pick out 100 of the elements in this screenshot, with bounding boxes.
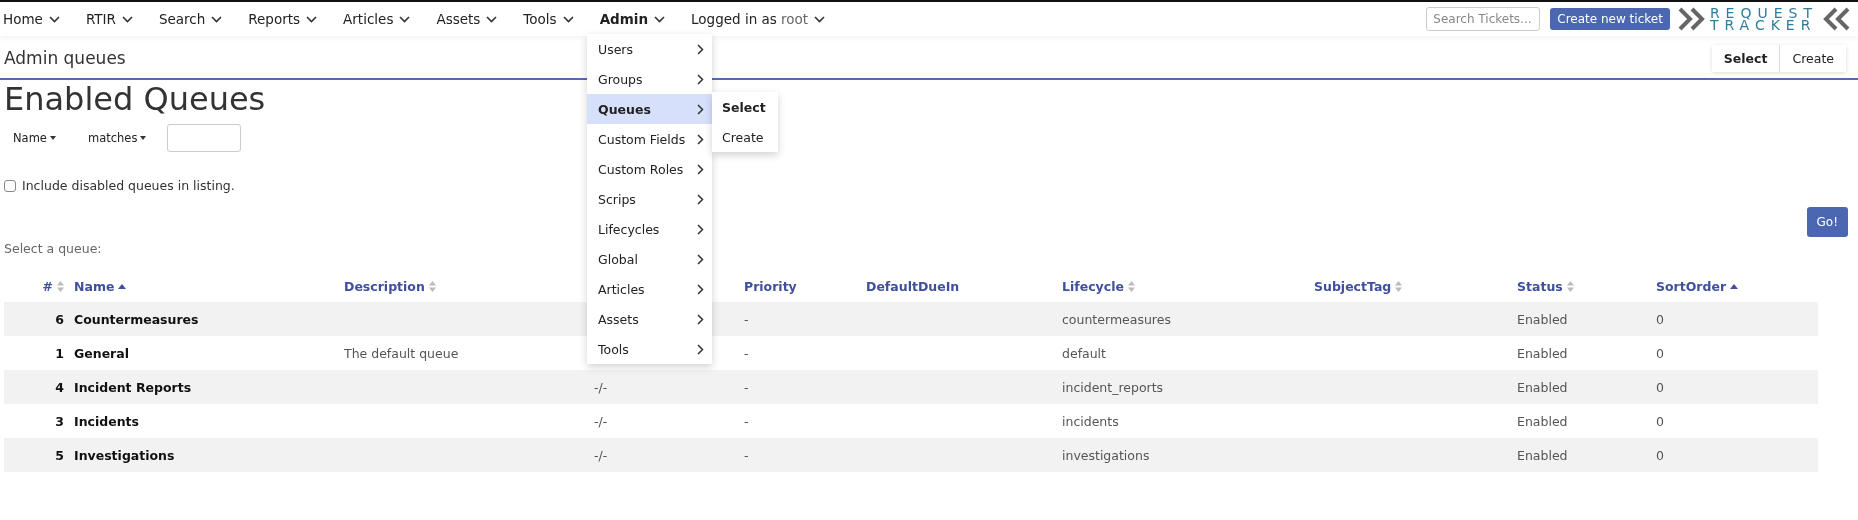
chevron-down-icon [654,15,666,23]
menu-item[interactable]: Custom Fields [587,124,712,154]
table-cell: 5 [55,447,64,463]
table-cell: 0 [1656,311,1664,327]
page-title: Admin queues [4,48,126,68]
column-header[interactable]: SubjectTag [1314,278,1392,294]
go-button[interactable]: Go! [1806,207,1848,237]
caret-icon [49,136,56,140]
table-cell: The default queue [344,345,459,361]
chevron-down-icon [306,15,318,23]
chevron-right-icon [697,103,704,115]
column-header[interactable]: Lifecycle [1062,278,1124,294]
prompt-text: Select a queue: [4,241,102,256]
table-cell: Incidents [74,413,139,429]
nav-menu-item[interactable]: RTIR [85,11,133,27]
table-cell: Enabled [1517,447,1568,463]
table-cell: General [74,345,129,361]
table-cell: 0 [1656,447,1664,463]
chevron-right-icon [697,283,704,295]
create-ticket-button[interactable]: Create new ticket [1550,8,1670,30]
nav-menu-item[interactable]: Reports [248,11,318,27]
chevron-right-icon [697,133,704,145]
table-cell: Enabled [1517,379,1568,395]
table-cell: countermeasures [1062,311,1171,327]
chevron-right-icon [697,73,704,85]
caret-icon [140,136,147,140]
submenu-item[interactable]: Select [712,92,778,122]
menu-item[interactable]: Lifecycles [587,214,712,244]
table-cell: Countermeasures [74,311,199,327]
table-cell: Enabled [1517,413,1568,429]
table-cell: - [744,311,749,327]
user-menu[interactable]: Logged in as root [691,11,826,27]
table-row[interactable]: 4 Incident Reports -/- - incident_reports Enabled 0 [4,370,1818,404]
chevron-right-icon [697,43,704,55]
chevron-down-icon [211,15,223,23]
chevron-right-icon [697,193,704,205]
submenu-item[interactable]: Create [712,122,778,152]
menu-item[interactable]: Articles [587,274,712,304]
page-tab[interactable]: Create [1779,44,1846,72]
filter-value-field[interactable] [167,124,242,152]
nav-menu-item[interactable]: Admin [599,11,666,27]
nav-menu-item[interactable]: Search [158,11,223,27]
table-cell: - [744,345,749,361]
column-header[interactable]: # [42,278,53,294]
search-field[interactable]: Search Tickets... [1426,7,1541,31]
menu-item[interactable]: Scrips [587,184,712,214]
chevron-down-icon [814,15,826,23]
table-cell: default [1062,345,1106,361]
nav-menu-item[interactable]: Articles [343,11,411,27]
chevron-right-icon [697,313,704,325]
chevron-right-icon [697,223,704,235]
table-row[interactable]: 5 Investigations -/- - investigations Enabled 0 [4,438,1818,472]
menu-item[interactable]: Groups [587,64,712,94]
table-cell: Incident Reports [74,379,192,395]
table-cell: 1 [55,345,64,361]
table-cell: Investigations [74,447,175,463]
table-cell: 4 [55,379,64,395]
chevron-right-icon [697,343,704,355]
chevron-down-icon [486,15,498,23]
table-cell: 3 [55,413,64,429]
menu-item[interactable]: Custom Roles [587,154,712,184]
table-cell: incidents [1062,413,1119,429]
table-cell: 0 [1656,379,1664,395]
logo: REQUEST TRACKER [1677,7,1850,31]
menu-item[interactable]: Global [587,244,712,274]
nav-menu-item[interactable]: Tools [523,11,574,27]
table-cell: 6 [55,311,64,327]
chevron-down-icon [399,15,411,23]
table-cell: - [744,413,749,429]
column-header[interactable]: Priority [744,278,797,294]
page-tab[interactable]: Select [1711,44,1780,72]
table-cell: Enabled [1517,311,1568,327]
chevron-right-icon [697,253,704,265]
nav-menu-item[interactable]: Home [3,11,60,27]
table-cell: -/- [594,413,608,429]
menu-item[interactable]: Users [587,34,712,64]
column-header[interactable]: Status [1517,278,1563,294]
chevron-down-icon [562,15,574,23]
chevron-down-icon [121,15,133,23]
checkbox[interactable] [4,179,16,192]
table-cell: - [744,379,749,395]
checkbox-label: Include disabled queues in listing. [22,178,235,193]
nav-menu-item[interactable]: Assets [436,11,498,27]
chevron-down-icon [48,15,60,23]
menu-item[interactable]: Tools [587,334,712,364]
column-header[interactable]: DefaultDueIn [866,278,960,294]
column-header[interactable]: Description [344,278,425,294]
column-header[interactable]: Name [74,278,115,294]
menu-item[interactable]: Queues [587,94,712,124]
table-cell: -/- [594,379,608,395]
table-cell: 0 [1656,413,1664,429]
table-cell: -/- [594,447,608,463]
table-cell: incident_reports [1062,379,1164,395]
table-cell: 0 [1656,345,1664,361]
column-header[interactable]: SortOrder [1656,278,1727,294]
menu-item[interactable]: Assets [587,304,712,334]
table-cell: Enabled [1517,345,1568,361]
table-cell: investigations [1062,447,1150,463]
chevron-right-icon [697,163,704,175]
table-cell: - [744,447,749,463]
